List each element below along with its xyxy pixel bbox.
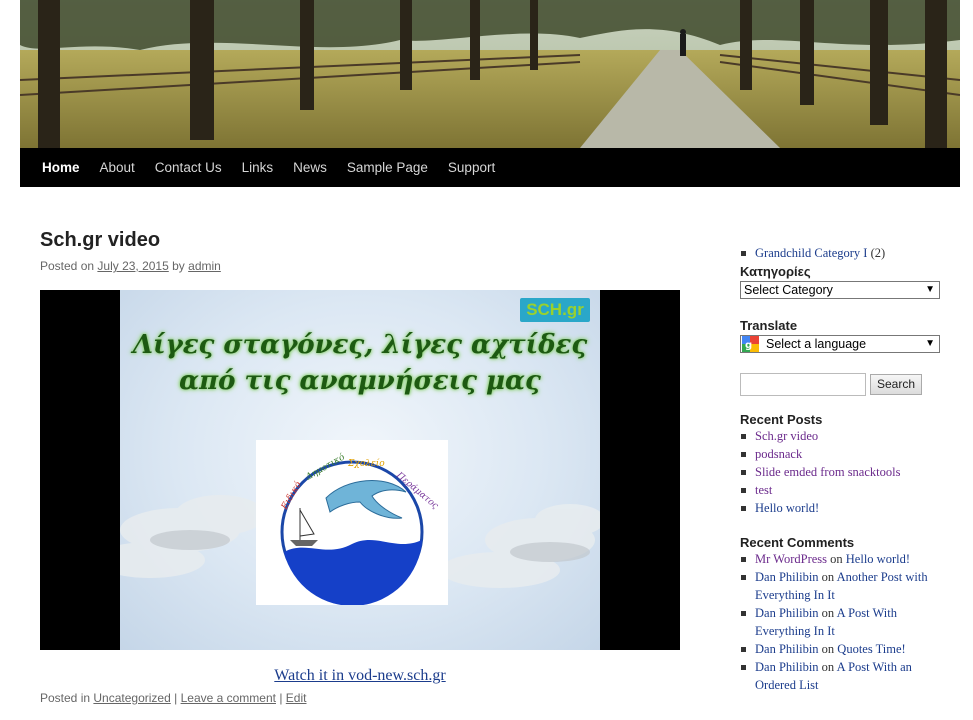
nav-sample-page[interactable]: Sample Page <box>337 148 438 187</box>
nav-links[interactable]: Links <box>232 148 284 187</box>
category-item-link[interactable]: Grandchild Category I <box>755 246 867 260</box>
recent-posts-heading: Recent Posts <box>740 412 823 427</box>
list-item: Sch.gr video <box>740 427 945 445</box>
sidebar: Grandchild Category I (2) Κατηγορίες Sel… <box>740 244 945 694</box>
category-link[interactable]: Uncategorized <box>93 691 170 705</box>
comment-post-link[interactable]: Hello world! <box>846 552 910 566</box>
comment-author-link[interactable]: Dan Philibin <box>755 606 819 620</box>
recent-posts-list: Sch.gr video podsnack Slide emded from s… <box>740 427 945 517</box>
comment-author-link[interactable]: Dan Philibin <box>755 660 819 674</box>
video-caption-line-1: Λίγες σταγόνες, λίγες αχτίδες <box>132 330 588 360</box>
language-select-value: Select a language <box>766 337 867 351</box>
list-item: Dan Philibin on A Post With an Ordered L… <box>740 658 945 694</box>
leave-comment-link[interactable]: Leave a comment <box>181 691 276 705</box>
language-select[interactable]: g Select a language ▼ <box>740 335 940 353</box>
school-emblem-logo: Ειδικό Δημοτικό Σχολείο Περάματος <box>256 440 448 606</box>
categories-heading: Κατηγορίες <box>740 264 811 279</box>
list-item: Dan Philibin on Quotes Time! <box>740 640 945 658</box>
posted-on-label: Posted on <box>40 259 95 273</box>
dropdown-arrow-icon: ▼ <box>925 338 935 349</box>
comment-post-link[interactable]: Quotes Time! <box>837 642 905 656</box>
footer-separator: | <box>279 691 283 705</box>
comment-author-link[interactable]: Dan Philibin <box>755 570 819 584</box>
nav-contact-us[interactable]: Contact Us <box>145 148 232 187</box>
translate-heading: Translate <box>740 318 798 333</box>
recent-post-link[interactable]: Slide emded from snacktools <box>755 465 900 479</box>
recent-post-link[interactable]: Hello world! <box>755 501 819 515</box>
recent-post-link[interactable]: Sch.gr video <box>755 429 818 443</box>
posted-in-label: Posted in <box>40 691 91 705</box>
list-item: Grandchild Category I (2) <box>740 244 945 262</box>
footer-separator: | <box>174 691 178 705</box>
category-list: Grandchild Category I (2) <box>740 244 945 262</box>
post-author-link[interactable]: admin <box>188 259 221 273</box>
comment-author-link[interactable]: Mr WordPress <box>755 552 827 566</box>
list-item: Hello world! <box>740 499 945 517</box>
category-select[interactable]: Select Category ▼ <box>740 281 940 299</box>
post-meta: Posted on July 23, 2015 by admin <box>40 259 221 273</box>
recent-comments-list: Mr WordPress on Hello world! Dan Philibi… <box>740 550 945 694</box>
search-input[interactable] <box>740 373 866 396</box>
list-item: Dan Philibin on Another Post with Everyt… <box>740 568 945 604</box>
dropdown-arrow-icon: ▼ <box>925 284 935 295</box>
post-date-link[interactable]: July 23, 2015 <box>97 259 168 273</box>
nav-support[interactable]: Support <box>438 148 505 187</box>
nav-home[interactable]: Home <box>32 148 90 187</box>
sch-gr-logo: SCH.gr <box>520 298 590 322</box>
google-translate-icon: g <box>742 336 759 352</box>
watch-video-link-container: Watch it in vod-new.sch.gr <box>40 667 680 685</box>
nav-news[interactable]: News <box>283 148 337 187</box>
comment-author-link[interactable]: Dan Philibin <box>755 642 819 656</box>
header-banner-image <box>20 0 960 148</box>
search-form: Search <box>740 373 945 396</box>
list-item: podsnack <box>740 445 945 463</box>
comment-on-label: on <box>830 552 843 566</box>
category-count: (2) <box>870 246 886 260</box>
by-label: by <box>172 259 185 273</box>
list-item: Dan Philibin on A Post With Everything I… <box>740 604 945 640</box>
list-item: test <box>740 481 945 499</box>
main-navigation: Home About Contact Us Links News Sample … <box>20 148 960 187</box>
post-footer: Posted in Uncategorized | Leave a commen… <box>40 691 306 705</box>
video-caption-line-2: από τις αναμνήσεις μας <box>179 366 541 396</box>
comment-on-label: on <box>821 606 835 620</box>
recent-comments-heading: Recent Comments <box>740 535 855 550</box>
embedded-video-player[interactable]: SCH.gr Λίγες σταγόνες, λίγες αχτίδες από… <box>40 290 680 650</box>
comment-on-label: on <box>821 642 835 656</box>
list-item: Mr WordPress on Hello world! <box>740 550 945 568</box>
svg-text:g: g <box>745 340 752 351</box>
list-item: Slide emded from snacktools <box>740 463 945 481</box>
recent-post-link[interactable]: podsnack <box>755 447 802 461</box>
watch-video-link[interactable]: Watch it in vod-new.sch.gr <box>274 667 445 684</box>
comment-on-label: on <box>821 660 835 674</box>
video-thumbnail[interactable]: SCH.gr Λίγες σταγόνες, λίγες αχτίδες από… <box>120 290 600 650</box>
edit-link[interactable]: Edit <box>286 691 307 705</box>
post-title[interactable]: Sch.gr video <box>40 229 160 252</box>
recent-post-link[interactable]: test <box>755 483 772 497</box>
svg-text:Σχολείο: Σχολείο <box>347 458 385 469</box>
search-button[interactable]: Search <box>870 374 923 395</box>
category-select-value: Select Category <box>744 283 833 297</box>
nav-about[interactable]: About <box>90 148 145 187</box>
comment-on-label: on <box>821 570 835 584</box>
